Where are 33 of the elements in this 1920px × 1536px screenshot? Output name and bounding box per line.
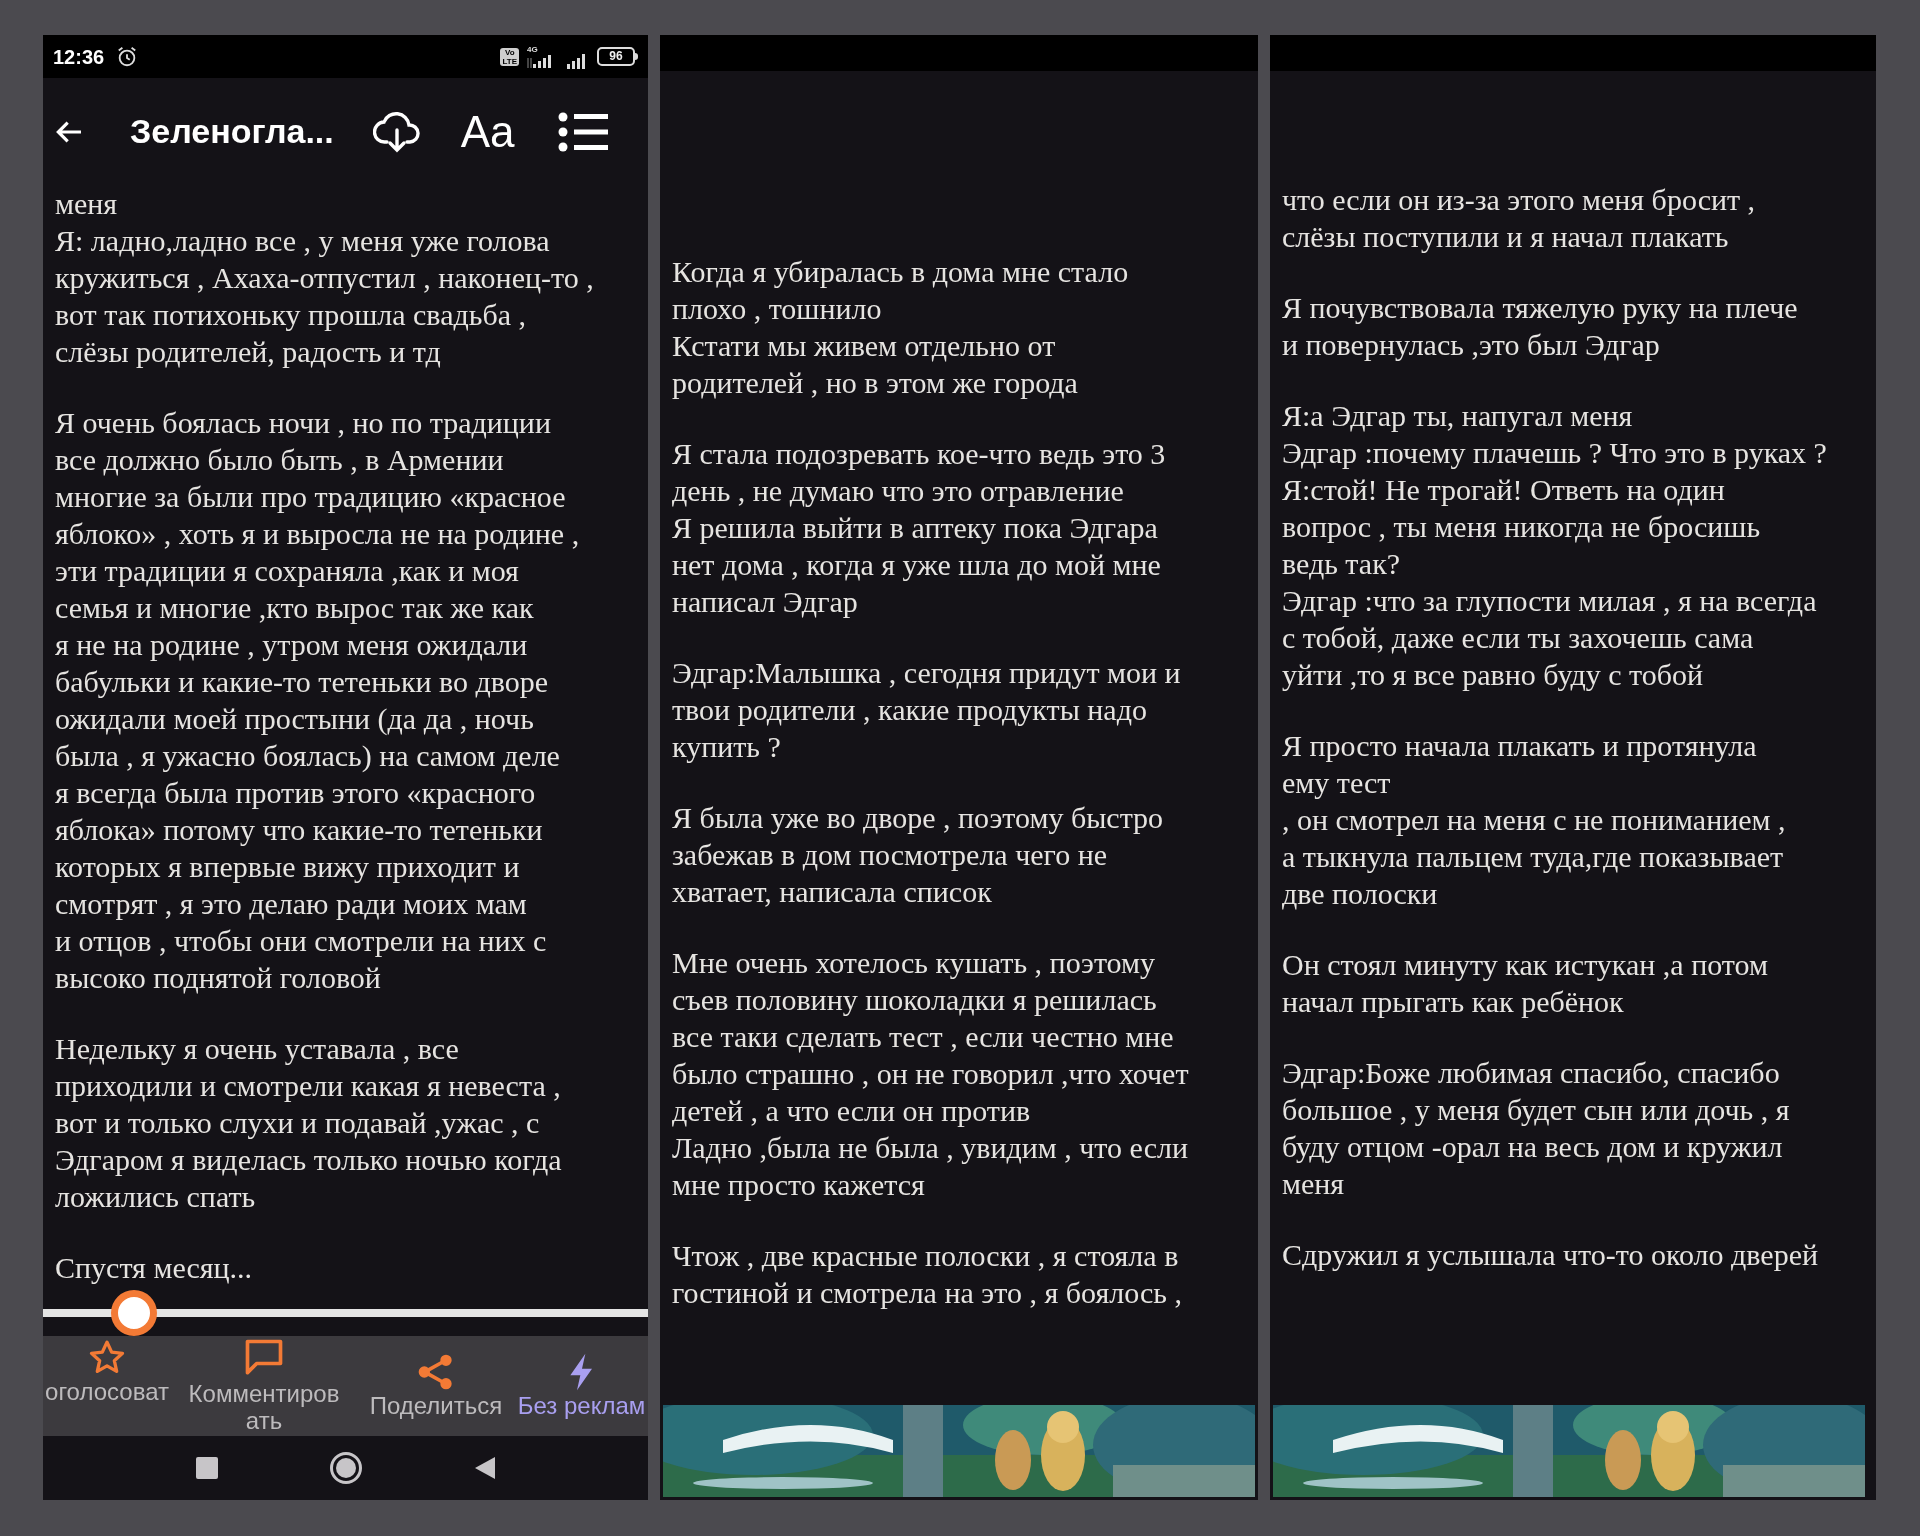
list-menu-button[interactable] [557, 111, 608, 152]
slider-thumb[interactable] [110, 1290, 157, 1336]
story-paragraph: Эдгар:Малышка , сегодня придут мои и твои родители , какие продукты надо купить ? [672, 655, 1182, 765]
status-time: 12:36 [53, 44, 105, 70]
story-paragraph: Я просто начала плакать и протянула ему тест , он смотрел на меня с не пониманием , а тыкнула пальцем туда,где показывает две полоски [1282, 728, 1787, 912]
story-paragraph: Когда я убиралась в дома мне стало плохо , тошнило Кстати мы живем отдельно от родителей , но в этом же города [672, 254, 1130, 401]
story-paragraph: Мне очень хотелось кушать , поэтому съев половину шоколадки я решилась все таки сделать тест , если честно мне было страшно , он не говорил ,что хочет детей , а что если он против Ладно ,была не была , увидим , что если мне просто кажется [672, 945, 1190, 1203]
story-paragraph: Я очень боялась ночи , но по традиции все должно было быть , в Армении многие за были про традицию «красное яблоко» , хоть я и выросла не на родине , эти традиции я сохраняла ,как и моя семья и многие ,кто вырос так же как я не на родине , утром меня ожидали бабульки и какие-то тетеньки во дворе ожидали моей простыни (да да , ночь была , я ужасно боялась) на самом деле я всегда была против этого «красного яблока» потому что какие-то тетеньки которых я впервые вижу приходит и смотрят , я это делаю ради моих мам и отцов , чтобы они смотрели на них с высоко поднятой головой [55, 405, 581, 996]
home-button[interactable] [329, 1452, 362, 1484]
story-paragraph: Он стоял минуту как истукан ,а потом начал прыгать как ребёнок [1282, 947, 1769, 1020]
bottom-action-button[interactable]: оголосоват [43, 1336, 171, 1405]
volte-badge: Vo LTE [500, 47, 519, 66]
story-paragraph: Сдружил я услышала что-то около дверей [1282, 1237, 1819, 1273]
story-paragraph: что если он из-за этого меня бросит , слёзы поступили и я начал плакать [1282, 182, 1757, 255]
book-title: Зеленогла... [130, 111, 334, 152]
back-nav-button[interactable] [473, 1456, 496, 1480]
recent-apps-button[interactable] [195, 1457, 218, 1479]
story-paragraph: Недельку я очень уставала , все приходили и смотрели какая я невеста , вот и только слухи и подавай ,ужас , с Эдгаром я виделась только ночью когда ложились спать [55, 1031, 563, 1215]
download-button[interactable] [372, 109, 421, 154]
bottom-action-button[interactable]: Комментиров ать [171, 1336, 357, 1434]
bottom-action-button[interactable]: Поделиться [357, 1336, 515, 1419]
story-paragraph: меня Я: ладно,ладно все , у меня уже голова кружиться , Ахаха-отпустил , наконец-то , вот так потихоньку прошла свадьба , слёзы родителей, радость и тд [55, 186, 595, 370]
story-paragraph: Я стала подозревать кое-что ведь это 3 день , не думаю что это отравление Я решила выйти в аптеку пока Эдгара нет дома , когда я уже шла до мой мне написал Эдгар [672, 436, 1167, 620]
story-paragraph: Спустя месяц... [55, 1250, 254, 1286]
story-paragraph: Чтож , две красные полоски , я стояла в гостиной и смотрела на это , я боялось , [672, 1238, 1183, 1311]
battery-icon: 96 [597, 47, 635, 66]
bottom-action-button[interactable]: Без реклам [515, 1336, 648, 1419]
story-paragraph: Я почувствовала тяжелую руку на плече и повернулась ,это был Эдгар [1282, 290, 1799, 363]
story-paragraph: Эдгар:Боже любимая спасибо, спасибо большое , у меня будет сын или дочь , я буду отцом -орал на весь дом и кружил меня [1282, 1055, 1791, 1202]
story-paragraph: Я:а Эдгар ты, напугал меня Эдгар :почему плачешь ? Что это в руках ? Я:стой! Не трогай! Ответь на один вопрос , ты меня никогда не бросишь ведь так? Эдгар :что за глупости милая , я на всегда с тобой, даже если ты захочешь сама уйти ,то я все равно буду с тобой [1282, 398, 1828, 693]
font-size-button[interactable]: Aa [460, 109, 515, 154]
network-type: 4G [527, 45, 538, 54]
story-paragraph: Я была уже во дворе , поэтому быстро забежав в дом посмотрела чего не хватает, написала список [672, 800, 1165, 910]
